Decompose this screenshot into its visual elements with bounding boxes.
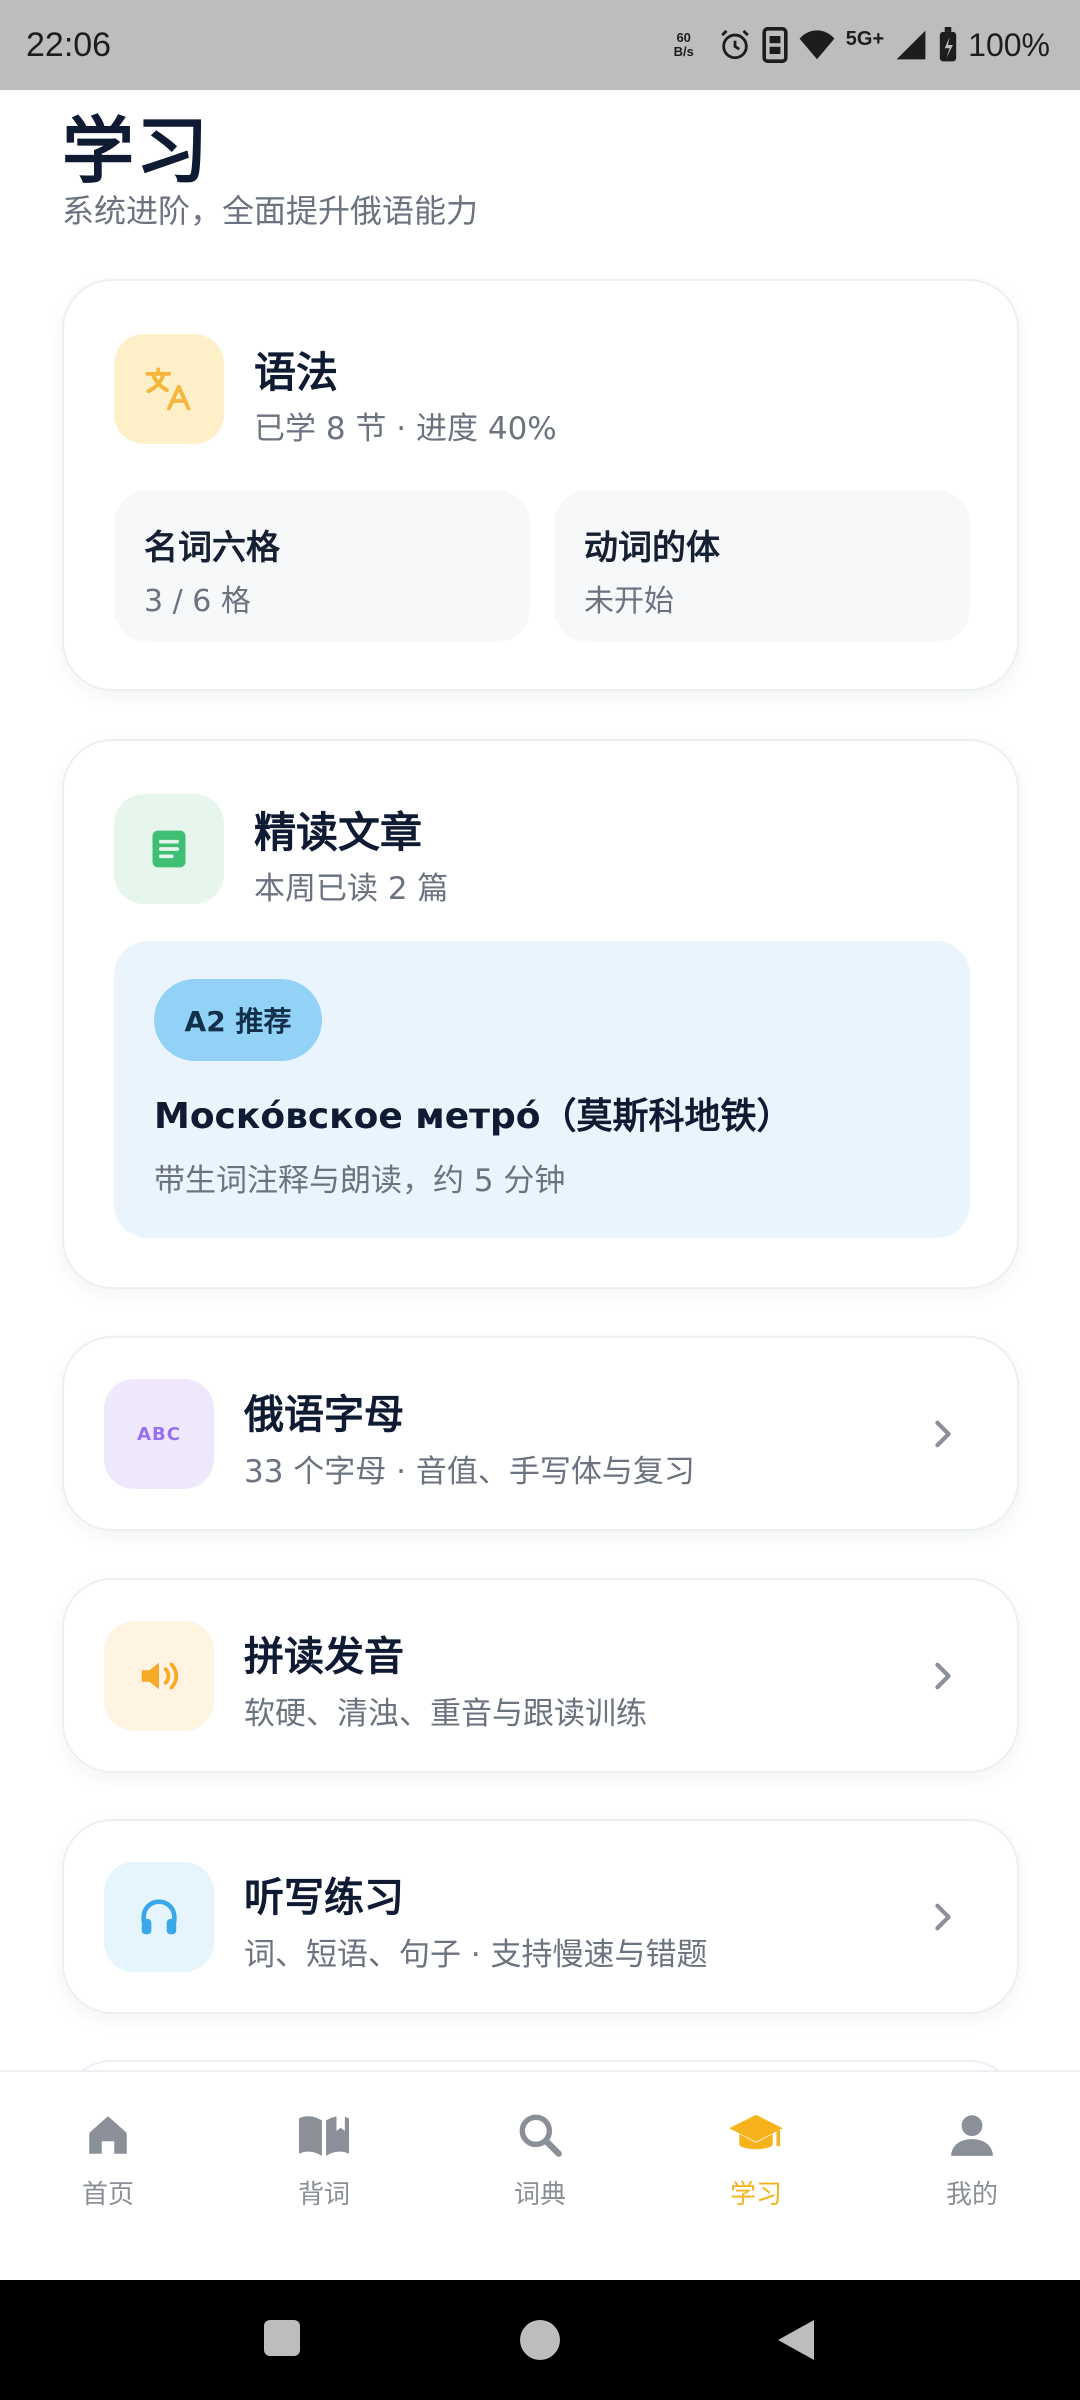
article-title: Москóвское метрó（莫斯科地铁） — [154, 1096, 793, 1137]
nav-home[interactable]: 首页 — [0, 2072, 216, 2280]
status-icons: 60 B/s 5G+ 100% — [674, 27, 1050, 64]
search-icon — [519, 2114, 562, 2157]
topic-title: 动词的体 — [584, 528, 720, 568]
document-icon — [114, 794, 224, 904]
chevron-right-icon — [921, 1895, 965, 1939]
row-alphabet[interactable]: ABC 俄语字母 33 个字母 · 音值、手写体与复习 — [62, 1336, 1019, 1531]
nav-label: 学习 — [729, 2180, 782, 2210]
status-time: 22:06 — [26, 25, 112, 64]
chevron-right-icon — [921, 1412, 965, 1456]
wifi-icon — [799, 30, 835, 60]
alarm-icon — [721, 29, 749, 60]
page-subtitle: 系统进阶，全面提升俄语能力 — [62, 192, 479, 230]
chevron-right-icon — [921, 1654, 965, 1698]
graduation-cap-icon — [729, 2114, 783, 2150]
level-badge: A2 推荐 — [154, 979, 322, 1061]
topic-title: 名词六格 — [144, 528, 280, 568]
recommended-article[interactable]: A2 推荐 Москóвское метрó（莫斯科地铁） 带生词注释与朗读，约… — [114, 941, 970, 1238]
speaker-icon — [104, 1621, 214, 1731]
nav-label: 首页 — [81, 2180, 134, 2210]
recents-button[interactable] — [262, 2318, 302, 2358]
network-type: 5G+ — [845, 27, 885, 50]
net-speed: 60 B/s — [674, 31, 694, 59]
nav-study[interactable]: 学习 — [648, 2072, 864, 2280]
back-button[interactable] — [776, 2318, 816, 2362]
nav-profile[interactable]: 我的 — [864, 2072, 1080, 2280]
headphones-icon — [104, 1862, 214, 1972]
row-title: 拼读发音 — [244, 1634, 404, 1680]
row-title: 听写练习 — [244, 1875, 404, 1921]
battery-level: 100% — [968, 26, 1050, 63]
nav-label: 词典 — [513, 2180, 566, 2210]
grammar-title: 语法 — [254, 348, 339, 397]
row-pronunciation[interactable]: 拼读发音 软硬、清浊、重音与跟读训练 — [62, 1578, 1019, 1773]
grammar-topic-aspect[interactable]: 动词的体 未开始 — [554, 490, 970, 642]
topic-status: 3 / 6 格 — [144, 584, 251, 619]
grammar-progress: 已学 8 节 · 进度 40% — [254, 411, 557, 447]
grammar-card[interactable]: 语法 已学 8 节 · 进度 40% 名词六格 3 / 6 格 动词的体 未开始 — [62, 279, 1019, 691]
net-speed-unit: B/s — [673, 44, 694, 59]
reading-weekly-count: 本周已读 2 篇 — [254, 871, 449, 907]
page-title: 学习 — [62, 109, 211, 193]
row-dictation[interactable]: 听写练习 词、短语、句子 · 支持慢速与错题 — [62, 1819, 1019, 2014]
reading-title: 精读文章 — [254, 808, 423, 857]
grammar-topic-cases[interactable]: 名词六格 3 / 6 格 — [114, 490, 530, 642]
home-icon — [89, 2116, 127, 2154]
nav-dictionary[interactable]: 词典 — [432, 2072, 648, 2280]
article-description: 带生词注释与朗读，约 5 分钟 — [154, 1163, 566, 1199]
home-button[interactable] — [518, 2318, 562, 2362]
abc-icon: ABC — [104, 1379, 214, 1489]
person-icon — [951, 2115, 993, 2156]
cell-signal-icon — [896, 30, 926, 60]
nav-vocabulary[interactable]: 背词 — [216, 2072, 432, 2280]
topic-status: 未开始 — [584, 584, 674, 619]
nav-label: 背词 — [297, 2180, 350, 2210]
row-subtitle: 33 个字母 · 音值、手写体与复习 — [244, 1454, 695, 1490]
book-icon — [299, 2114, 349, 2156]
net-speed-value: 60 — [676, 30, 691, 45]
bottom-nav: 首页 背词 词典 学习 我的 — [0, 2070, 1080, 2280]
translate-icon — [114, 334, 224, 444]
reading-card[interactable]: 精读文章 本周已读 2 篇 A2 推荐 Москóвское метрó（莫斯科… — [62, 739, 1019, 1289]
row-subtitle: 软硬、清浊、重音与跟读训练 — [244, 1696, 647, 1732]
vibrate-icon — [762, 27, 788, 63]
row-title: 俄语字母 — [244, 1392, 404, 1438]
nav-label: 我的 — [945, 2180, 998, 2210]
battery-icon — [939, 27, 957, 62]
system-nav-bar — [0, 2280, 1080, 2400]
status-bar: 22:06 60 B/s 5G+ 100% — [0, 0, 1080, 90]
row-subtitle: 词、短语、句子 · 支持慢速与错题 — [244, 1937, 708, 1973]
